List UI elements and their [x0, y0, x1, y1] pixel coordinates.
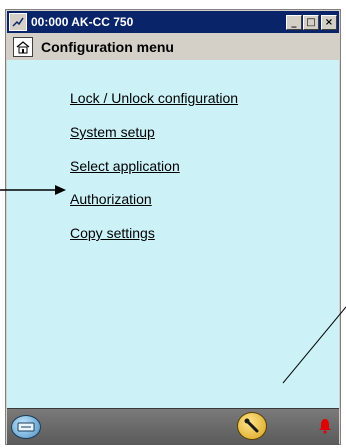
keyboard-button[interactable]: [11, 415, 41, 439]
page-header: Configuration menu: [7, 34, 339, 60]
minimize-button[interactable]: _: [286, 14, 302, 30]
menu-item-select-application[interactable]: Select application: [70, 158, 180, 174]
menu-item-lock-unlock[interactable]: Lock / Unlock configuration: [70, 90, 238, 106]
close-button[interactable]: ×: [321, 14, 337, 30]
status-bar: [7, 408, 339, 445]
menu-area: Lock / Unlock configuration System setup…: [7, 60, 339, 408]
menu-item-system-setup[interactable]: System setup: [70, 124, 155, 140]
window-title: 00:000 AK-CC 750: [31, 15, 134, 29]
keyboard-icon: [17, 422, 35, 432]
maximize-button[interactable]: □: [303, 14, 319, 30]
home-icon[interactable]: [13, 37, 33, 57]
window-controls: _ □ ×: [285, 14, 337, 30]
alarm-bell-icon[interactable]: [318, 418, 332, 434]
wrench-icon: [244, 418, 259, 433]
app-icon: [9, 13, 27, 31]
app-window: 00:000 AK-CC 750 _ □ × Configuration men…: [5, 9, 341, 445]
menu-item-copy-settings[interactable]: Copy settings: [70, 225, 155, 241]
menu-item-authorization[interactable]: Authorization: [70, 191, 152, 207]
tool-button[interactable]: [237, 412, 267, 440]
page-title: Configuration menu: [41, 39, 174, 55]
title-bar[interactable]: 00:000 AK-CC 750 _ □ ×: [7, 11, 339, 33]
